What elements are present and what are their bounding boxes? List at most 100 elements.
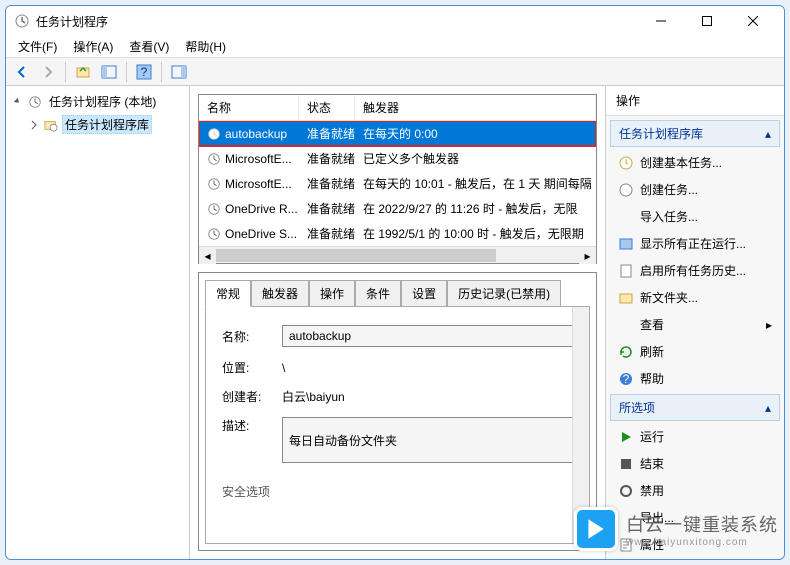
- scroll-left-icon[interactable]: ◂: [199, 247, 216, 264]
- name-label: 名称:: [222, 328, 282, 345]
- task-icon: [207, 177, 221, 191]
- action-properties[interactable]: 属性: [608, 531, 782, 558]
- actions-title: 操作: [606, 86, 784, 116]
- action-export[interactable]: 导出...: [608, 504, 782, 531]
- task-trigger: 已定义多个触发器: [363, 150, 459, 167]
- action-label: 查看: [640, 316, 664, 333]
- column-name[interactable]: 名称: [199, 95, 299, 120]
- location-value: \: [282, 361, 573, 375]
- desc-field[interactable]: [282, 417, 573, 463]
- task-name: MicrosoftE...: [225, 152, 292, 166]
- desc-label: 描述:: [222, 417, 282, 434]
- help-icon[interactable]: ?: [132, 60, 156, 84]
- action-create-task[interactable]: 创建任务...: [608, 176, 782, 203]
- import-icon: [618, 209, 634, 225]
- task-header: 名称 状态 触发器: [199, 95, 596, 121]
- menu-view[interactable]: 查看(V): [121, 36, 177, 57]
- tree-root[interactable]: 任务计划程序 (本地): [8, 90, 187, 113]
- menu-help[interactable]: 帮助(H): [177, 36, 234, 57]
- forward-button[interactable]: [36, 60, 60, 84]
- disable-icon: [618, 483, 634, 499]
- svg-text:?: ?: [623, 372, 630, 386]
- detail-pane: 常规 触发器 操作 条件 设置 历史记录(已禁用) 名称: 位置: \: [198, 272, 597, 551]
- action-refresh[interactable]: 刷新: [608, 338, 782, 365]
- action-enable-history[interactable]: 启用所有任务历史...: [608, 257, 782, 284]
- action-import[interactable]: 导入任务...: [608, 203, 782, 230]
- back-button[interactable]: [10, 60, 34, 84]
- center-pane: 名称 状态 触发器 autobackup 准备就绪 在每天的 0:00 Micr…: [190, 86, 606, 559]
- column-trigger[interactable]: 触发器: [355, 95, 596, 120]
- menu-file[interactable]: 文件(F): [10, 36, 65, 57]
- tab-triggers[interactable]: 触发器: [251, 280, 309, 307]
- task-icon: [207, 152, 221, 166]
- vertical-scrollbar[interactable]: [572, 307, 589, 543]
- task-scheduler-window: 任务计划程序 文件(F) 操作(A) 查看(V) 帮助(H) ? 任务计划程序 …: [5, 5, 785, 560]
- task-row[interactable]: autobackup 准备就绪 在每天的 0:00: [199, 121, 596, 146]
- history-icon: [618, 263, 634, 279]
- task-trigger: 在 2022/9/27 的 11:26 时 - 触发后，无限: [363, 200, 578, 217]
- location-label: 位置:: [222, 359, 282, 376]
- tree-root-label: 任务计划程序 (本地): [46, 92, 159, 111]
- detail-tabs: 常规 触发器 操作 条件 设置 历史记录(已禁用): [199, 273, 596, 306]
- folder-icon: [618, 290, 634, 306]
- menu-action[interactable]: 操作(A): [65, 36, 121, 57]
- task-status: 准备就绪: [307, 200, 355, 217]
- action-label: 导入任务...: [640, 208, 698, 225]
- minimize-button[interactable]: [638, 6, 684, 36]
- tab-general[interactable]: 常规: [205, 280, 251, 307]
- tree-pane: 任务计划程序 (本地) 任务计划程序库: [6, 86, 190, 559]
- action-help[interactable]: ?帮助: [608, 365, 782, 392]
- task-status: 准备就绪: [307, 150, 355, 167]
- up-button[interactable]: [71, 60, 95, 84]
- action-label: 显示所有正在运行...: [640, 235, 746, 252]
- maximize-button[interactable]: [684, 6, 730, 36]
- action-disable[interactable]: 禁用: [608, 477, 782, 504]
- task-row[interactable]: OneDrive R... 准备就绪 在 2022/9/27 的 11:26 时…: [199, 196, 596, 221]
- scroll-right-icon[interactable]: ▸: [579, 247, 596, 264]
- action-show-running[interactable]: 显示所有正在运行...: [608, 230, 782, 257]
- actions-pane: 操作 任务计划程序库 ▴ 创建基本任务... 创建任务... 导入任务... 显…: [606, 86, 784, 559]
- expand-icon[interactable]: [28, 119, 40, 131]
- collapse-arrow-icon: ▴: [765, 401, 771, 415]
- tab-history[interactable]: 历史记录(已禁用): [447, 280, 561, 307]
- task-row[interactable]: MicrosoftE... 准备就绪 已定义多个触发器: [199, 146, 596, 171]
- security-options-label: 安全选项: [222, 483, 573, 500]
- task-trigger: 在 1992/5/1 的 10:00 时 - 触发后，无限期: [363, 225, 584, 242]
- task-name: OneDrive S...: [225, 227, 297, 241]
- close-button[interactable]: [730, 6, 776, 36]
- action-label: 运行: [640, 428, 664, 445]
- action-run[interactable]: 运行: [608, 423, 782, 450]
- action-end[interactable]: 结束: [608, 450, 782, 477]
- tab-actions[interactable]: 操作: [309, 280, 355, 307]
- collapse-icon[interactable]: [12, 96, 24, 108]
- action-view[interactable]: 查看▸: [608, 311, 782, 338]
- horizontal-scrollbar[interactable]: ◂ ▸: [199, 246, 596, 263]
- actions-section-label: 所选项: [619, 399, 655, 416]
- refresh-icon: [618, 344, 634, 360]
- task-row[interactable]: MicrosoftE... 准备就绪 在每天的 10:01 - 触发后，在 1 …: [199, 171, 596, 196]
- app-icon: [14, 13, 30, 29]
- task-row[interactable]: OneDrive S... 准备就绪 在 1992/5/1 的 10:00 时 …: [199, 221, 596, 246]
- toggle-tree-icon[interactable]: [97, 60, 121, 84]
- action-label: 创建基本任务...: [640, 154, 722, 171]
- task-icon: [618, 182, 634, 198]
- tab-body: 名称: 位置: \ 创建者: 白云\baiyun 描述:: [205, 306, 590, 544]
- name-field[interactable]: [282, 325, 573, 347]
- action-create-basic[interactable]: 创建基本任务...: [608, 149, 782, 176]
- titlebar: 任务计划程序: [6, 6, 784, 36]
- action-delete[interactable]: 删除: [608, 558, 782, 559]
- tab-settings[interactable]: 设置: [401, 280, 447, 307]
- actions-section-library[interactable]: 任务计划程序库 ▴: [610, 120, 780, 147]
- actions-section-selected[interactable]: 所选项 ▴: [610, 394, 780, 421]
- action-new-folder[interactable]: 新文件夹...: [608, 284, 782, 311]
- wizard-icon: [618, 155, 634, 171]
- scroll-thumb[interactable]: [216, 249, 496, 262]
- scheduler-icon: [28, 95, 42, 109]
- column-status[interactable]: 状态: [299, 95, 355, 120]
- tree-library[interactable]: 任务计划程序库: [24, 113, 187, 136]
- action-label: 结束: [640, 455, 664, 472]
- actions-section-label: 任务计划程序库: [619, 125, 703, 142]
- tree-library-label: 任务计划程序库: [62, 115, 152, 134]
- panel-icon[interactable]: [167, 60, 191, 84]
- tab-conditions[interactable]: 条件: [355, 280, 401, 307]
